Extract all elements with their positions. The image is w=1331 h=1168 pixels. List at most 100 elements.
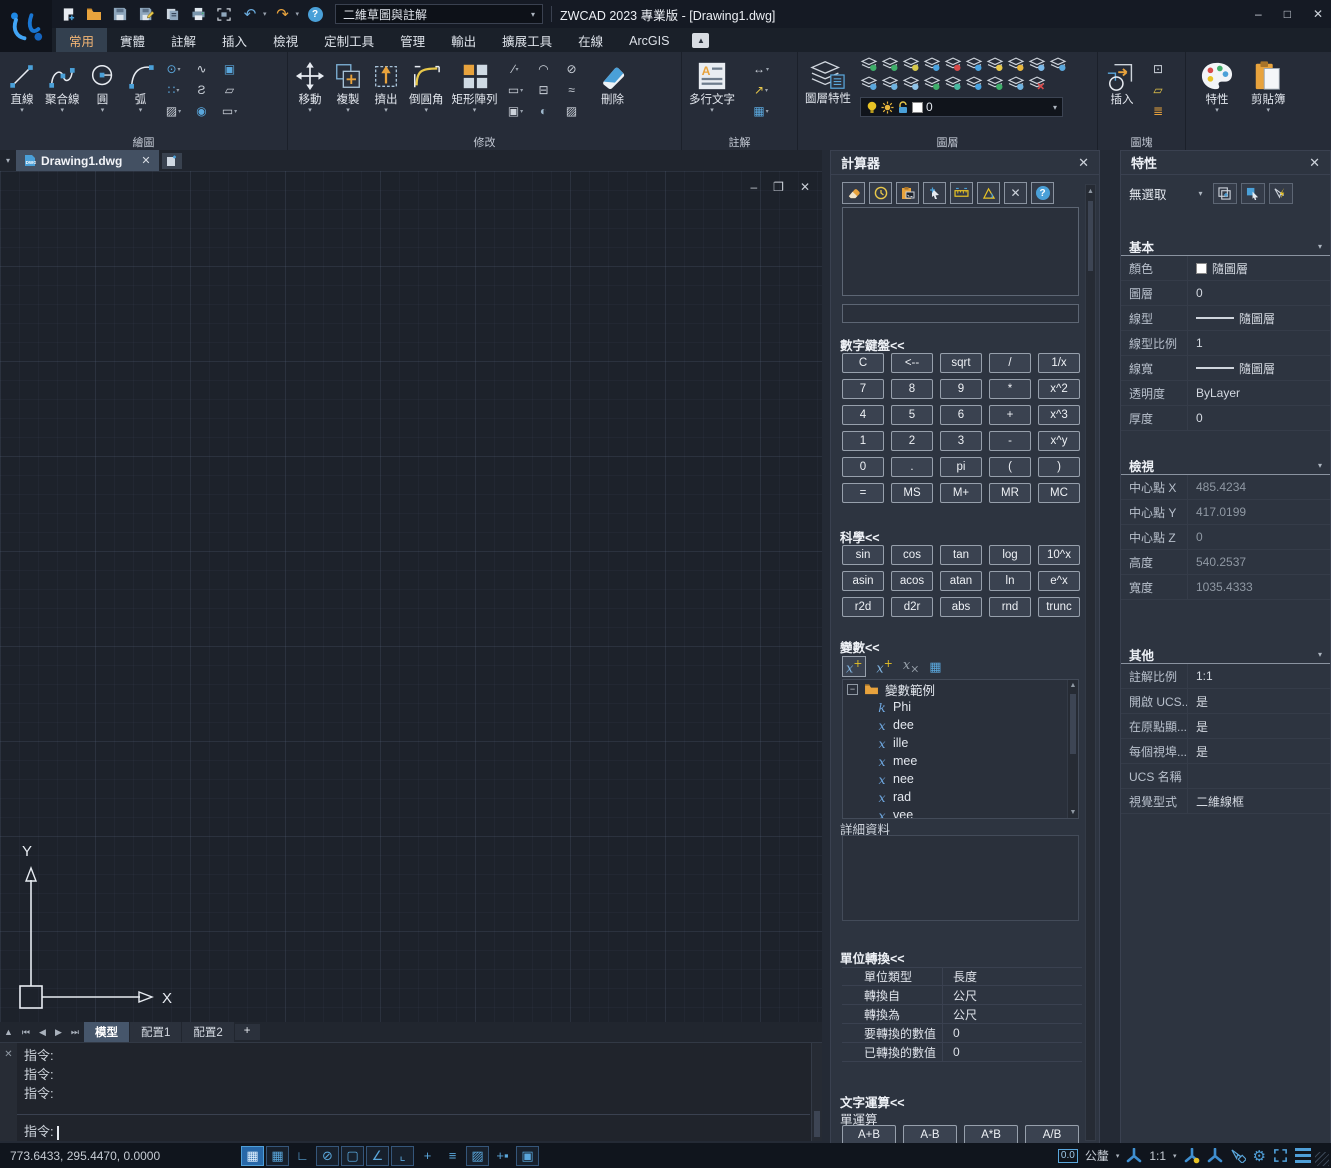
maximize-button[interactable]: □ — [1284, 7, 1291, 21]
chevron-down-icon[interactable]: ▾ — [424, 107, 428, 114]
variable-row[interactable]: xvee — [843, 806, 1078, 819]
ortho-toggle-icon[interactable]: ∟ — [291, 1146, 314, 1166]
workspace-dropdown[interactable]: 二維草圖與註解 ▾ — [335, 4, 543, 24]
paste-to-command-icon[interactable] — [896, 182, 919, 204]
print-icon[interactable] — [188, 5, 208, 23]
circle-button[interactable]: 圓 ▾ — [85, 57, 121, 115]
variables-folder-row[interactable]: − 變數範例 — [843, 680, 1078, 698]
op-button[interactable]: A*B — [964, 1125, 1018, 1145]
minimize-button[interactable]: – — [1255, 7, 1262, 21]
command-window[interactable]: ✕ 指令: 指令: 指令: 指令: — [0, 1042, 822, 1141]
erase-button[interactable]: 刪除 — [593, 57, 633, 108]
fullscreen-icon[interactable] — [1273, 1148, 1288, 1163]
calc-key[interactable]: abs — [940, 597, 982, 617]
chevron-down-icon[interactable]: ▾ — [139, 107, 143, 114]
drawing-canvas[interactable]: – ❐ ✕ Y X — [0, 171, 822, 1022]
annotation-scale-icon[interactable] — [1126, 1148, 1142, 1164]
calc-variable-icon[interactable]: ▦ — [929, 659, 941, 675]
copy-button[interactable]: 複製 ▾ — [330, 57, 366, 115]
keypad-section-header[interactable]: 數字鍵盤<< — [840, 335, 905, 354]
help-icon[interactable]: ? — [305, 5, 325, 23]
move-button[interactable]: 移動 ▾ — [292, 57, 328, 115]
variable-row[interactable]: xmee — [843, 752, 1078, 770]
tab-custom-tools[interactable]: 定制工具 — [311, 28, 387, 52]
delete-variable-icon[interactable]: x× — [903, 658, 919, 676]
calc-key[interactable]: . — [891, 457, 933, 477]
chevron-down-icon[interactable]: ▾ — [308, 107, 312, 114]
prop-row-lineweight[interactable]: 線寬 隨圖層 — [1121, 356, 1330, 381]
chevron-down-icon[interactable]: ▾ — [1215, 107, 1219, 114]
layer-turn-on-all-icon[interactable] — [986, 56, 1004, 71]
prop-row-ucs-origin[interactable]: 在原點顯... 是 — [1121, 714, 1330, 739]
layer-off-icon[interactable] — [881, 56, 899, 71]
toggle-pickadd-icon[interactable] — [1269, 183, 1293, 204]
calc-key[interactable]: 0 — [842, 457, 884, 477]
point-icon[interactable]: ∷▾ — [161, 82, 187, 98]
layer-isolate-icon[interactable] — [902, 56, 920, 71]
op-button[interactable]: A+B — [842, 1125, 896, 1145]
variable-row[interactable]: xrad — [843, 788, 1078, 806]
rotate-icon[interactable]: ◠ — [531, 61, 557, 77]
calc-key[interactable]: * — [989, 379, 1031, 399]
calc-key[interactable]: trunc — [1038, 597, 1080, 617]
units-section-header[interactable]: 單位轉換<< — [840, 948, 905, 967]
calc-key[interactable]: x^y — [1038, 431, 1080, 451]
calc-key[interactable]: ln — [989, 571, 1031, 591]
chevron-down-icon[interactable]: ▾ — [1173, 1152, 1177, 1160]
save-icon[interactable] — [110, 5, 130, 23]
calc-key[interactable]: 10^x — [1038, 545, 1080, 565]
units-row[interactable]: 已轉換的數值0 — [842, 1043, 1082, 1062]
wipeout-icon[interactable]: ▱ — [217, 82, 243, 98]
units-row[interactable]: 單位類型長度 — [842, 967, 1082, 986]
insert-button[interactable]: 插入 — [1102, 57, 1142, 108]
tab-layout1[interactable]: 配置1 — [130, 1022, 181, 1043]
status-menu-icon[interactable] — [1295, 1148, 1311, 1163]
redo-icon[interactable]: ↷ — [273, 5, 293, 23]
prop-row-visual-style[interactable]: 視覺型式 二維線框 — [1121, 789, 1330, 814]
revision-cloud-icon[interactable]: Ƨ — [189, 82, 215, 98]
layer-freeze-other-icon[interactable] — [965, 75, 983, 90]
dynamic-input-toggle-icon[interactable]: + — [416, 1146, 439, 1166]
prop-row-linetype[interactable]: 線型 隨圖層 — [1121, 306, 1330, 331]
prop-row-layer[interactable]: 圖層 0 — [1121, 281, 1330, 306]
units-row[interactable]: 要轉換的數值0 — [842, 1024, 1082, 1043]
calculator-close-icon[interactable]: ✕ — [1078, 155, 1089, 171]
annotation-visibility-icon[interactable] — [1184, 1148, 1200, 1164]
calculator-input[interactable] — [842, 304, 1079, 323]
dynamic-ucs-toggle-icon[interactable]: ⌞ — [391, 1146, 414, 1166]
new-variable-icon[interactable]: x+ — [842, 656, 866, 677]
variables-section-header[interactable]: 變數<< — [840, 637, 880, 656]
tab-layout2[interactable]: 配置2 — [182, 1022, 233, 1043]
edit-variable-icon[interactable]: x+ — [876, 657, 892, 676]
explode-icon[interactable]: ▣▾ — [503, 103, 529, 119]
calc-key[interactable]: ( — [989, 457, 1031, 477]
intersection-icon[interactable]: ✕ — [1004, 182, 1027, 204]
calc-help-icon[interactable]: ? — [1031, 182, 1054, 204]
open-folder-icon[interactable] — [84, 5, 104, 23]
chevron-down-icon[interactable]: ▾ — [1116, 1152, 1120, 1160]
document-tab[interactable]: DWG Drawing1.dwg ✕ — [16, 150, 159, 171]
calc-key[interactable]: 8 — [891, 379, 933, 399]
chevron-down-icon[interactable]: ▾ — [60, 107, 64, 114]
center-mark-icon[interactable]: ⊙▾ — [161, 61, 187, 77]
undo-icon[interactable]: ↶ — [240, 5, 260, 23]
get-coordinates-icon[interactable] — [923, 182, 946, 204]
layer-visibility-icon[interactable] — [1028, 56, 1046, 71]
calc-key[interactable]: log — [989, 545, 1031, 565]
chevron-down-icon[interactable]: ▾ — [1266, 107, 1270, 114]
prop-row-ucs-viewport[interactable]: 每個視埠... 是 — [1121, 739, 1330, 764]
details-box[interactable] — [842, 835, 1079, 921]
chevron-down-icon[interactable]: ▾ — [101, 107, 105, 114]
prop-row-center-z[interactable]: 中心點 Z 0 — [1121, 525, 1330, 550]
tab-home[interactable]: 常用 — [56, 28, 107, 52]
layer-merge-icon[interactable] — [944, 75, 962, 90]
tab-arcgis[interactable]: ArcGIS — [616, 28, 682, 52]
layer-check-icon[interactable] — [923, 75, 941, 90]
properties-close-icon[interactable]: ✕ — [1309, 155, 1320, 171]
calc-key[interactable]: rnd — [989, 597, 1031, 617]
calc-key[interactable]: / — [989, 353, 1031, 373]
fillet-button[interactable]: 倒圓角 ▾ — [406, 57, 447, 115]
redo-dropdown-icon[interactable]: ▾ — [296, 10, 300, 18]
calc-key[interactable]: r2d — [842, 597, 884, 617]
variables-tree[interactable]: − 變數範例 kPhi xdee xille xmee xnee xrad xv… — [842, 679, 1079, 819]
